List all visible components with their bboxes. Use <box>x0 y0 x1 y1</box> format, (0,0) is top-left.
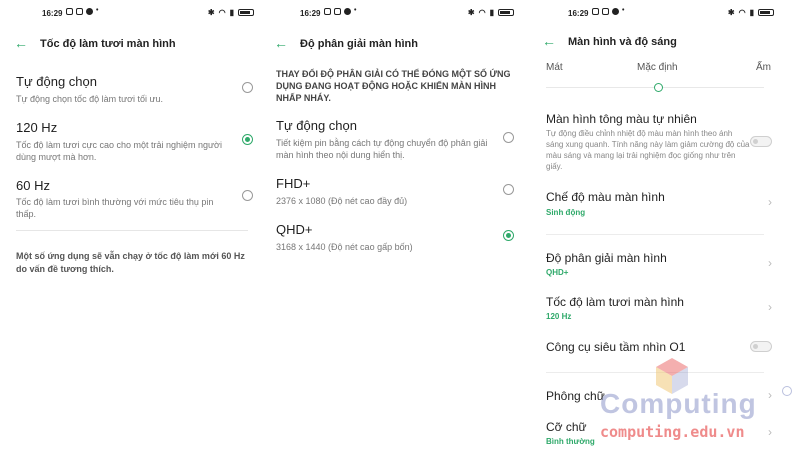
gallery-icon <box>592 8 599 15</box>
refresh-rate-value: 120 Hz <box>546 312 572 321</box>
natural-tone-toggle[interactable] <box>750 136 772 147</box>
chevron-right-icon: › <box>768 388 772 402</box>
back-arrow-icon[interactable]: ← <box>542 34 556 48</box>
slider-label-default: Mặc định <box>637 62 678 73</box>
gallery-icon <box>324 8 331 15</box>
display-brightness-screen: 16:29 • ✱ ◠ ▮ ← Màn hình và độ sáng Mát … <box>536 0 800 450</box>
notification-icons: • <box>592 7 629 15</box>
wifi-icon: ◠ <box>738 8 746 17</box>
back-arrow-icon[interactable]: ← <box>274 36 288 50</box>
battery-icon <box>498 9 514 16</box>
more-icon: • <box>96 7 99 14</box>
option-60hz-title[interactable]: 60 Hz <box>16 178 50 193</box>
option-120hz-desc: Tốc độ làm tươi cực cao cho một trải ngh… <box>16 140 222 162</box>
option-auto-title[interactable]: Tự động chọn <box>276 118 357 133</box>
o1-vision-toggle[interactable] <box>750 341 772 352</box>
divider <box>546 234 764 235</box>
more-icon: • <box>354 7 357 14</box>
radio-auto[interactable] <box>242 82 253 93</box>
chevron-right-icon: › <box>768 425 772 439</box>
signal-icon: ▮ <box>489 8 494 17</box>
messenger-icon <box>344 8 351 15</box>
option-60hz-desc: Tốc độ làm tươi bình thường với mức tiêu… <box>16 197 214 219</box>
messenger-icon <box>612 8 619 15</box>
radio-60hz[interactable] <box>242 190 253 201</box>
more-icon: • <box>622 7 625 14</box>
page-title: Tốc độ làm tươi màn hình <box>40 38 176 50</box>
signal-icon: ▮ <box>229 8 234 17</box>
status-bar: 16:29 • ✱ ◠ ▮ <box>536 7 800 22</box>
status-bar: 16:29 • ✱ ◠ ▮ <box>0 7 264 22</box>
o1-vision-title: Công cụ siêu tầm nhìn O1 <box>546 340 686 354</box>
font-title[interactable]: Phông chữ <box>546 389 605 403</box>
bluetooth-icon: ✱ <box>727 8 735 17</box>
color-mode-title[interactable]: Chế độ màu màn hình <box>546 190 665 204</box>
back-arrow-icon[interactable]: ← <box>14 36 28 50</box>
option-fhd-title[interactable]: FHD+ <box>276 176 310 191</box>
chevron-right-icon: › <box>768 300 772 314</box>
option-auto-title[interactable]: Tự động chọn <box>16 74 97 89</box>
chevron-right-icon: › <box>768 256 772 270</box>
divider <box>16 230 248 231</box>
status-right-icons: ✱ ◠ ▮ <box>468 8 514 17</box>
signal-icon: ▮ <box>749 8 754 17</box>
notification-icons: • <box>324 7 361 15</box>
header: ← Tốc độ làm tươi màn hình <box>0 34 264 56</box>
compatibility-note: Một số ứng dụng sẽ vẫn chạy ở tốc độ làm… <box>16 251 245 274</box>
status-time: 16:29 <box>300 9 321 18</box>
message-icon <box>602 8 609 15</box>
color-temp-slider-knob[interactable] <box>654 83 663 92</box>
radio-120hz[interactable] <box>242 134 253 145</box>
natural-tone-desc: Tự động điều chỉnh nhiệt độ màu màn hình… <box>546 129 750 171</box>
status-right-icons: ✱ ◠ ▮ <box>208 8 254 17</box>
font-size-title[interactable]: Cỡ chữ <box>546 420 587 434</box>
option-fhd-desc: 2376 x 1080 (Độ nét cao đầy đủ) <box>276 196 408 206</box>
refresh-rate-screen: 16:29 • ✱ ◠ ▮ ← Tốc độ làm tươi màn hình… <box>0 0 264 450</box>
slider-label-warm: Ấm <box>756 62 771 73</box>
header: ← Độ phân giải màn hình <box>268 34 532 56</box>
radio-auto[interactable] <box>503 132 514 143</box>
resolution-title[interactable]: Độ phân giải màn hình <box>546 251 667 265</box>
notification-icons: • <box>66 7 103 15</box>
messenger-icon <box>86 8 93 15</box>
status-time: 16:29 <box>568 9 589 18</box>
radio-qhd[interactable] <box>503 230 514 241</box>
resolution-warning: THAY ĐỔI ĐỘ PHÂN GIẢI CÓ THỂ ĐÓNG MỘT SỐ… <box>276 69 511 103</box>
option-120hz-title[interactable]: 120 Hz <box>16 120 57 135</box>
status-time: 16:29 <box>42 9 63 18</box>
font-size-value: Bình thường <box>546 437 595 446</box>
status-right-icons: ✱ ◠ ▮ <box>728 8 774 17</box>
page-title: Độ phân giải màn hình <box>300 38 418 50</box>
slider-label-cool: Mát <box>546 62 563 73</box>
divider <box>546 372 764 373</box>
battery-icon <box>238 9 254 16</box>
page-title: Màn hình và độ sáng <box>568 36 677 48</box>
color-mode-value: Sinh động <box>546 208 586 217</box>
gallery-icon <box>66 8 73 15</box>
message-icon <box>76 8 83 15</box>
wifi-icon: ◠ <box>478 8 486 17</box>
bluetooth-icon: ✱ <box>207 8 215 17</box>
bluetooth-icon: ✱ <box>467 8 475 17</box>
wifi-icon: ◠ <box>218 8 226 17</box>
refresh-rate-title[interactable]: Tốc độ làm tươi màn hình <box>546 295 684 309</box>
radio-fhd[interactable] <box>503 184 514 195</box>
option-qhd-title[interactable]: QHD+ <box>276 222 312 237</box>
natural-tone-title: Màn hình tông màu tự nhiên <box>546 112 697 126</box>
resolution-screen: 16:29 • ✱ ◠ ▮ ← Độ phân giải màn hình TH… <box>268 0 532 450</box>
option-auto-desc: Tiết kiệm pin bằng cách tự động chuyển đ… <box>276 138 488 160</box>
message-icon <box>334 8 341 15</box>
header: ← Màn hình và độ sáng <box>536 32 800 54</box>
option-qhd-desc: 3168 x 1440 (Độ nét cao gấp bốn) <box>276 242 413 252</box>
option-auto-desc: Tự động chọn tốc độ làm tươi tối ưu. <box>16 94 164 104</box>
battery-icon <box>758 9 774 16</box>
resolution-value: QHD+ <box>546 268 569 277</box>
chevron-right-icon: › <box>768 195 772 209</box>
status-bar: 16:29 • ✱ ◠ ▮ <box>268 7 532 22</box>
